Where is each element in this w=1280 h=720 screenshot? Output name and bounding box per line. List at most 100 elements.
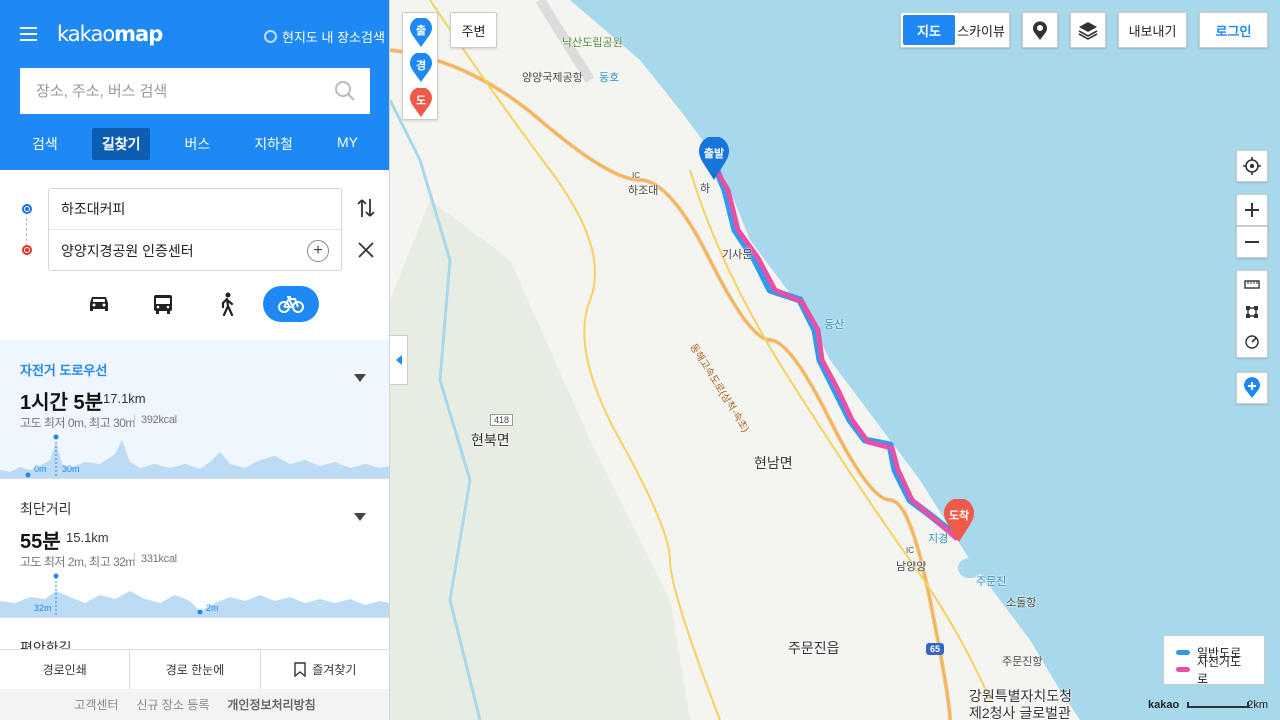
legend-item: 자전거도로 — [1176, 655, 1252, 686]
export-button[interactable]: 내보내기 — [1118, 12, 1187, 48]
walk-icon — [221, 292, 234, 316]
zoom-out-button[interactable] — [1236, 226, 1268, 258]
nearby-button[interactable]: 주변 — [450, 12, 497, 48]
map-label: 낙산도립공원 — [562, 37, 623, 49]
menu-icon[interactable] — [20, 27, 37, 42]
radius-icon[interactable] — [1244, 334, 1260, 350]
map-label: 하 — [700, 183, 711, 195]
login-button[interactable]: 로그인 — [1199, 12, 1268, 48]
route-time: 1시간 5분 — [20, 392, 104, 414]
route-shield: 418 — [490, 414, 514, 426]
elevation-min-label: 0m — [34, 464, 47, 474]
route-option[interactable]: 편안한길 — [0, 618, 389, 656]
route-name: 최단거리 — [20, 501, 72, 517]
chevron-down-icon[interactable] — [354, 374, 366, 382]
add-waypoint-button[interactable]: + — [307, 240, 329, 262]
map-label: 현남면 — [754, 455, 793, 471]
mode-walk[interactable] — [199, 286, 255, 322]
scale-distance: 2km — [1247, 699, 1268, 711]
footer: 고객센터 신규 장소 등록 개인정보처리방침 — [0, 689, 389, 720]
route-calories: 392kcal — [134, 414, 177, 426]
area-icon[interactable] — [1245, 305, 1259, 319]
legend-swatch — [1176, 667, 1190, 672]
panel-collapse-button[interactable] — [390, 335, 408, 385]
roadview-button[interactable] — [1022, 12, 1058, 48]
tab-search[interactable]: 검색 — [22, 128, 68, 160]
legend-swatch — [1176, 650, 1190, 655]
current-map-search-toggle[interactable]: 현지도 내 장소검색 — [264, 27, 385, 46]
start-pin[interactable]: 출발 — [699, 136, 729, 184]
elevation-min-label: 2m — [206, 603, 219, 613]
end-pin[interactable]: 도착 — [944, 498, 974, 546]
favorite-button[interactable]: 즐겨찾기 — [261, 650, 389, 689]
map-label: IC — [632, 171, 640, 180]
main-tabs: 검색 길찾기 버스 지하철 MY — [0, 128, 389, 160]
mode-car[interactable] — [71, 286, 127, 322]
scale-bar — [1187, 702, 1250, 708]
map-label: IC — [906, 546, 914, 555]
map-label: 동산 — [824, 319, 845, 331]
search-icon[interactable] — [334, 80, 356, 102]
route-calories: 331kcal — [134, 553, 177, 565]
checkbox-icon[interactable] — [264, 30, 277, 43]
support-link[interactable]: 고객센터 — [74, 696, 118, 713]
map-label: 제2청사 글로벌관 — [969, 705, 1071, 720]
search-input[interactable] — [36, 82, 326, 100]
skyview-button[interactable]: 스카이뷰 — [955, 15, 1007, 45]
chevron-down-icon[interactable] — [354, 513, 366, 521]
origin-dot-icon — [22, 204, 32, 214]
map-label: 남양양 — [896, 561, 927, 573]
map-label: 소돌항 — [1006, 597, 1037, 609]
map-canvas[interactable]: 출발 도착 낙산도립공원 양양국제공항 동호 하조대 하 IC 기사문 동산 동… — [390, 0, 1280, 720]
map-view-button[interactable]: 지도 — [903, 15, 955, 45]
measure-tools — [1236, 270, 1268, 358]
tab-directions[interactable]: 길찾기 — [91, 128, 151, 160]
tab-subway[interactable]: 지하철 — [244, 128, 303, 160]
current-map-search-label: 현지도 내 장소검색 — [282, 30, 385, 45]
route-elevation: 고도 최저 2m, 최고 32m — [20, 555, 135, 569]
destination-marker-button[interactable]: 도 — [410, 87, 432, 123]
route-option[interactable]: 최단거리 55분 15.1km 고도 최저 2m, 최고 32m 331kcal… — [0, 479, 389, 618]
my-location-button[interactable] — [1236, 150, 1268, 182]
close-icon[interactable] — [356, 240, 376, 260]
bottom-actions: 경로인쇄 경로 한눈에 즐겨찾기 — [0, 649, 389, 689]
origin-marker-button[interactable]: 출 — [410, 17, 432, 53]
waypoint-marker-button[interactable]: 경 — [410, 52, 432, 88]
print-route-button[interactable]: 경로인쇄 — [0, 650, 131, 689]
privacy-link[interactable]: 개인정보처리방침 — [227, 696, 315, 713]
map-label: 주문진읍 — [788, 640, 840, 656]
add-place-button[interactable] — [1236, 372, 1268, 404]
elevation-profile — [0, 573, 389, 617]
route-option[interactable]: 자전거 도로우선 1시간 5분 17.1km 고도 최저 0m, 최고 30m … — [0, 340, 389, 479]
route-legend: 일반도로 자전거도로 — [1163, 635, 1265, 686]
mode-bus[interactable] — [135, 286, 191, 322]
top-bar: kakaomap 현지도 내 장소검색 검색 길찾기 버스 지하철 MY — [0, 0, 389, 170]
map-type-switch: 지도 스카이뷰 — [900, 12, 1010, 48]
map-label: 주문진 — [976, 576, 1007, 588]
map-label: 동호 — [599, 72, 620, 84]
route-list: 자전거 도로우선 1시간 5분 17.1km 고도 최저 0m, 최고 30m … — [0, 340, 389, 618]
ruler-icon[interactable] — [1244, 278, 1260, 290]
route-distance: 17.1km — [103, 391, 146, 406]
left-panel: kakaomap 현지도 내 장소검색 검색 길찾기 버스 지하철 MY 하조대… — [0, 0, 390, 720]
bookmark-icon — [294, 662, 306, 677]
swap-icon[interactable] — [356, 197, 376, 219]
map-scale: kakao 2km — [1148, 699, 1268, 711]
route-shield: 65 — [926, 643, 945, 655]
register-place-link[interactable]: 신규 장소 등록 — [136, 696, 209, 713]
tab-my[interactable]: MY — [327, 128, 368, 160]
map-label: 기사문 — [722, 249, 753, 261]
travel-modes — [0, 286, 389, 324]
mode-bicycle[interactable] — [263, 286, 319, 322]
car-icon — [90, 297, 108, 311]
tab-bus[interactable]: 버스 — [174, 128, 220, 160]
map-background — [390, 0, 1280, 720]
crosshair-icon — [1243, 157, 1261, 175]
route-overview-button[interactable]: 경로 한눈에 — [130, 650, 261, 689]
route-time: 55분 — [20, 531, 61, 553]
destination-field[interactable]: 양양지경공원 인증센터 — [49, 230, 341, 271]
origin-field[interactable]: 하조대커피 — [49, 189, 341, 230]
kakaomap-logo[interactable]: kakaomap — [57, 22, 163, 46]
zoom-in-button[interactable] — [1236, 194, 1268, 226]
layers-button[interactable] — [1070, 12, 1106, 48]
